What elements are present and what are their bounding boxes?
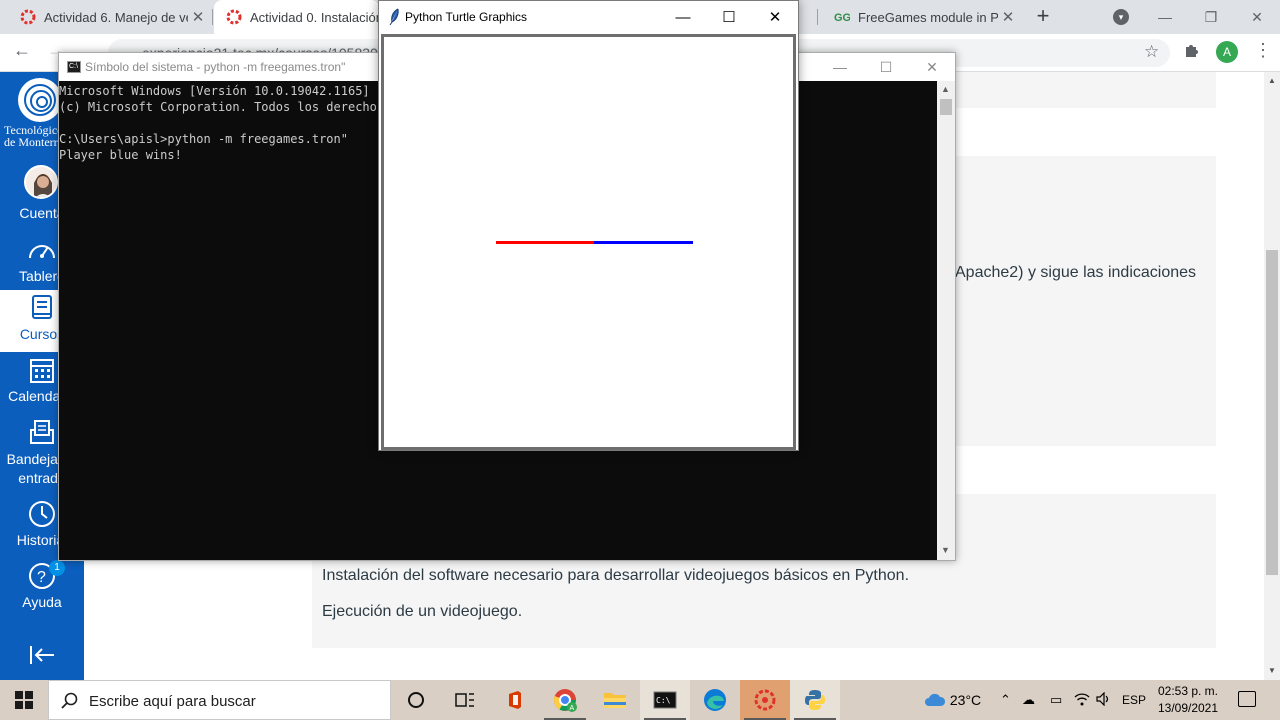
tab-divider — [817, 9, 818, 25]
cortana-circle-icon[interactable] — [391, 680, 441, 720]
clock-time: 02:53 p. m. — [1157, 684, 1219, 698]
python-icon[interactable] — [790, 680, 840, 720]
scroll-up-icon[interactable]: ▲ — [941, 84, 950, 94]
close-window-icon[interactable]: ✕ — [1234, 0, 1280, 34]
wifi-icon[interactable] — [1074, 692, 1090, 709]
onedrive-icon[interactable]: ☁ — [1022, 692, 1035, 708]
clock-date: 13/09/2021 — [1157, 701, 1219, 715]
bookmark-star-icon[interactable]: ☆ — [1144, 42, 1159, 62]
browser-tab-actividad-6[interactable]: Actividad 6. Manejo de ve ✕ — [8, 0, 208, 34]
tab-title: FreeGames module in Pyt — [858, 9, 998, 25]
profile-avatar[interactable]: A — [1216, 41, 1238, 63]
canvas-favicon-icon — [226, 9, 242, 25]
cmd-app-icon: C:\ — [67, 61, 81, 73]
edge-icon[interactable] — [690, 680, 740, 720]
dashboard-gauge-icon — [29, 245, 55, 259]
turtle-title: Python Turtle Graphics — [405, 10, 528, 24]
office-icon[interactable] — [490, 680, 540, 720]
collapse-nav-icon[interactable] — [0, 644, 84, 666]
blue-player-trail — [594, 241, 693, 244]
notifications-icon[interactable] — [1238, 691, 1256, 707]
cmd-scrollbar[interactable]: ▲ ▼ — [937, 81, 955, 560]
help-badge: 1 — [49, 560, 65, 576]
geeksforgeeks-favicon-icon: GG — [834, 9, 850, 25]
nav-ayuda[interactable]: ? Ayuda — [0, 562, 84, 610]
weather-temp: 23°C — [949, 692, 982, 708]
scroll-up-icon[interactable]: ▲ — [1268, 76, 1276, 85]
minimize-icon[interactable]: — — [660, 1, 706, 33]
browser-tab-freegames[interactable]: GG FreeGames module in Pyt ✕ — [822, 0, 1018, 34]
close-tab-icon[interactable]: ✕ — [998, 8, 1018, 26]
turtle-graphics-window[interactable]: Python Turtle Graphics — ☐ ✕ — [378, 0, 799, 451]
minimize-icon[interactable]: — — [1142, 0, 1188, 34]
scroll-down-icon[interactable]: ▼ — [941, 545, 950, 555]
more-menu-icon[interactable]: ⋮ — [1254, 40, 1272, 61]
minimize-icon[interactable]: — — [817, 53, 863, 81]
tab-title: Actividad 0. Instalación d — [250, 9, 379, 25]
history-clock-icon — [29, 501, 55, 527]
task-view-icon[interactable] — [440, 680, 490, 720]
cmd-taskbar-icon[interactable]: C:\ — [640, 680, 690, 720]
chrome-icon[interactable]: A — [540, 680, 590, 720]
tray-app-icon[interactable]: ▭ — [1050, 692, 1062, 708]
cloud-icon — [925, 693, 946, 706]
close-icon[interactable]: ✕ — [752, 1, 798, 33]
red-player-trail — [496, 241, 594, 244]
tab-title: Actividad 6. Manejo de ve — [44, 9, 188, 25]
svg-text:?: ? — [37, 569, 46, 586]
cmd-title: Símbolo del sistema - python -m freegame… — [85, 60, 346, 74]
instructions-text: Apache2) y sigue las indicaciones — [955, 264, 1197, 281]
tec-logo[interactable] — [18, 78, 62, 122]
feather-icon — [389, 8, 399, 26]
close-icon[interactable]: ✕ — [909, 53, 955, 81]
tab-search-icon[interactable]: ▾ — [1113, 9, 1129, 25]
maximize-icon[interactable]: ☐ — [706, 1, 752, 33]
search-placeholder: Escribe aquí para buscar — [89, 693, 256, 710]
turtle-titlebar[interactable]: Python Turtle Graphics — ☐ ✕ — [379, 1, 798, 33]
extensions-puzzle-icon[interactable] — [1184, 42, 1200, 63]
user-avatar[interactable] — [24, 165, 58, 199]
weather-widget[interactable]: 23°C — [924, 692, 981, 708]
new-tab-icon[interactable]: + — [1032, 5, 1054, 28]
nav-label: Ayuda — [22, 594, 62, 610]
language-indicator[interactable]: ESP — [1122, 693, 1146, 707]
turtle-canvas[interactable] — [381, 34, 796, 450]
canvas-app-icon[interactable] — [740, 680, 790, 720]
maximize-icon[interactable]: ☐ — [863, 53, 909, 81]
task-text: Ejecución de un videojuego. — [322, 603, 523, 620]
tab-divider — [212, 9, 213, 25]
taskbar-search-box[interactable]: Escribe aquí para buscar — [48, 680, 391, 720]
canvas-favicon-icon — [20, 9, 36, 25]
chevron-up-icon[interactable]: ⌃ — [1000, 692, 1011, 708]
svg-text:A: A — [570, 705, 575, 712]
scroll-thumb[interactable] — [940, 99, 952, 115]
svg-text:GG: GG — [834, 12, 850, 24]
calendar-icon — [30, 359, 54, 383]
search-icon — [61, 692, 78, 709]
svg-text:C:\: C:\ — [656, 696, 671, 705]
courses-book-icon — [32, 295, 52, 319]
windows-taskbar: Escribe aquí para buscar A C:\ 23°C ⌃ ☁ … — [0, 680, 1280, 720]
clock[interactable]: 02:53 p. m. 13/09/2021 — [1152, 683, 1224, 717]
inbox-icon — [30, 420, 54, 444]
close-tab-icon[interactable]: ✕ — [188, 8, 208, 26]
browser-tab-actividad-0[interactable]: Actividad 0. Instalación d — [214, 0, 379, 34]
volume-icon[interactable] — [1096, 691, 1112, 709]
restore-icon[interactable]: ❐ — [1188, 0, 1234, 34]
windows-start-icon[interactable] — [0, 680, 48, 720]
scroll-thumb[interactable] — [1266, 250, 1278, 575]
page-scrollbar[interactable]: ▲ ▼ — [1264, 72, 1280, 680]
scroll-down-icon[interactable]: ▼ — [1268, 666, 1276, 675]
task-text: Instalación del software necesario para … — [322, 567, 910, 584]
file-explorer-icon[interactable] — [590, 680, 640, 720]
back-arrow-icon[interactable]: ← — [10, 40, 34, 64]
